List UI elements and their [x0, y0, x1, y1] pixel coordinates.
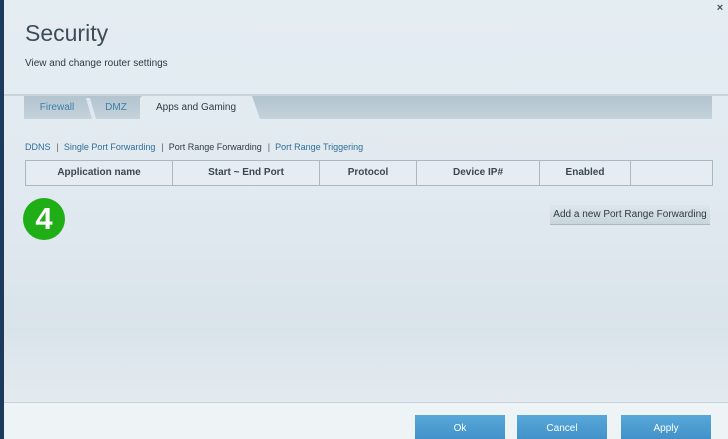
tab-firewall[interactable]: Firewall	[24, 96, 90, 119]
step-number-badge: 4	[23, 198, 65, 240]
column-application-name[interactable]: Application name	[26, 161, 173, 185]
cancel-button[interactable]: Cancel	[517, 415, 607, 439]
column-enabled[interactable]: Enabled	[540, 161, 631, 185]
apply-button[interactable]: Apply	[621, 415, 711, 439]
add-port-range-forwarding-button[interactable]: Add a new Port Range Forwarding	[550, 205, 710, 225]
tab-firewall-label: Firewall	[39, 102, 75, 113]
column-device-ip[interactable]: Device IP#	[417, 161, 540, 185]
tab-dmz[interactable]: DMZ	[90, 96, 142, 119]
close-icon[interactable]: ×	[714, 2, 726, 14]
page-subtitle: View and change router settings	[25, 58, 168, 69]
subnav-single-port-forwarding[interactable]: Single Port Forwarding	[64, 142, 156, 152]
subnav-ddns[interactable]: DDNS	[25, 142, 51, 152]
page-title: Security	[25, 20, 109, 46]
ok-button[interactable]: Ok	[415, 415, 505, 439]
tab-dmz-label: DMZ	[105, 102, 127, 113]
subnav-divider: |	[56, 142, 59, 152]
subnav-port-range-triggering[interactable]: Port Range Triggering	[275, 142, 363, 152]
tab-apps-and-gaming-label: Apps and Gaming	[155, 102, 237, 113]
column-actions	[631, 161, 712, 185]
security-window: × Security View and change router settin…	[4, 0, 728, 439]
tab-active-edge	[250, 96, 260, 119]
tab-apps-and-gaming[interactable]: Apps and Gaming	[140, 96, 252, 119]
tab-bar: Firewall DMZ Apps and Gaming	[24, 96, 712, 119]
column-start-end-port[interactable]: Start ~ End Port	[173, 161, 320, 185]
port-range-table-header: Application name Start ~ End Port Protoc…	[25, 160, 713, 186]
column-protocol[interactable]: Protocol	[320, 161, 417, 185]
footer-bar: Ok Cancel Apply	[4, 402, 728, 439]
subnav-divider: |	[267, 142, 271, 152]
subnav-port-range-forwarding[interactable]: Port Range Forwarding	[169, 142, 262, 152]
sub-navigation: DDNS | Single Port Forwarding | Port Range F…	[25, 142, 363, 152]
subnav-divider: |	[161, 142, 164, 152]
